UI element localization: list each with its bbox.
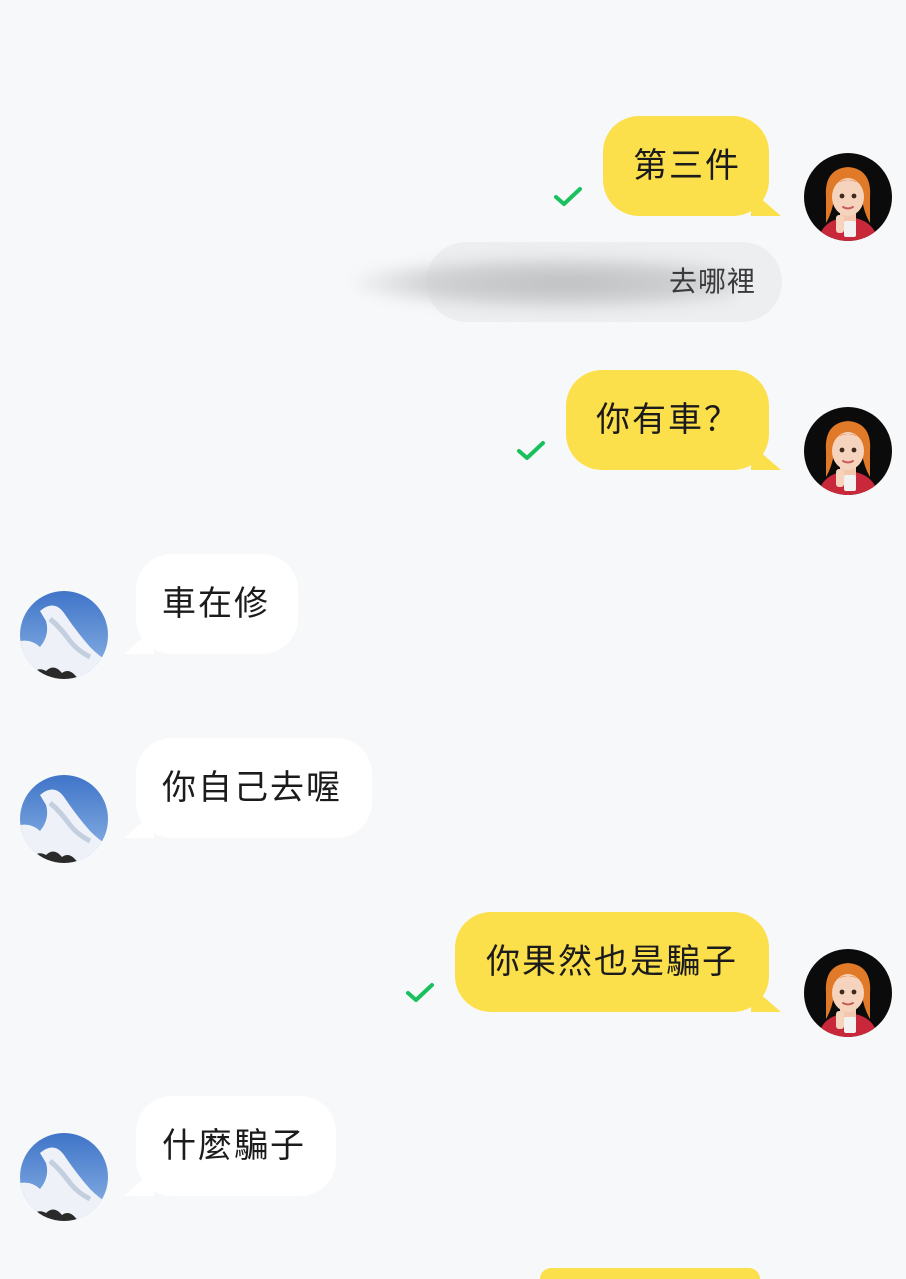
my-avatar[interactable]: [804, 153, 892, 241]
message-bubble-incoming[interactable]: 你自己去喔: [124, 738, 372, 838]
cartoon-girl-avatar-icon: [804, 153, 892, 241]
reply-preview-text: 去哪裡: [668, 265, 756, 298]
message-bubble-incoming[interactable]: 什麼騙子: [124, 1096, 336, 1196]
message-bubble-outgoing[interactable]: 你有車？: [566, 370, 781, 470]
message-text: 你果然也是騙子: [486, 942, 738, 982]
cloud-sky-avatar-icon: [20, 591, 108, 679]
check-icon: [553, 186, 583, 208]
cloud-sky-avatar-icon: [20, 1133, 108, 1221]
my-avatar[interactable]: [804, 949, 892, 1037]
contact-avatar[interactable]: [20, 1133, 108, 1221]
check-icon: [516, 440, 546, 462]
contact-avatar[interactable]: [20, 591, 108, 679]
chat-thread: 第三件 去哪裡 你有車？ 車在修 你自己去喔 你果然也是騙子 什麼騙子: [0, 0, 906, 1279]
message-bubble-outgoing[interactable]: 第三件: [603, 116, 781, 216]
message-text: 車在修: [162, 584, 270, 624]
my-avatar[interactable]: [804, 407, 892, 495]
cartoon-girl-avatar-icon: [804, 949, 892, 1037]
reply-preview[interactable]: 去哪裡: [356, 242, 782, 322]
contact-avatar[interactable]: [20, 775, 108, 863]
message-bubble-incoming[interactable]: 車在修: [124, 554, 298, 654]
message-bubble-outgoing-partial[interactable]: [540, 1268, 760, 1279]
cartoon-girl-avatar-icon: [804, 407, 892, 495]
message-bubble-outgoing[interactable]: 你果然也是騙子: [455, 912, 781, 1012]
message-text: 第三件: [633, 146, 741, 186]
cloud-sky-avatar-icon: [20, 775, 108, 863]
message-text: 你有車？: [596, 400, 740, 440]
check-icon: [405, 982, 435, 1004]
message-text: 你自己去喔: [162, 768, 342, 808]
message-text: 什麼騙子: [162, 1126, 306, 1166]
